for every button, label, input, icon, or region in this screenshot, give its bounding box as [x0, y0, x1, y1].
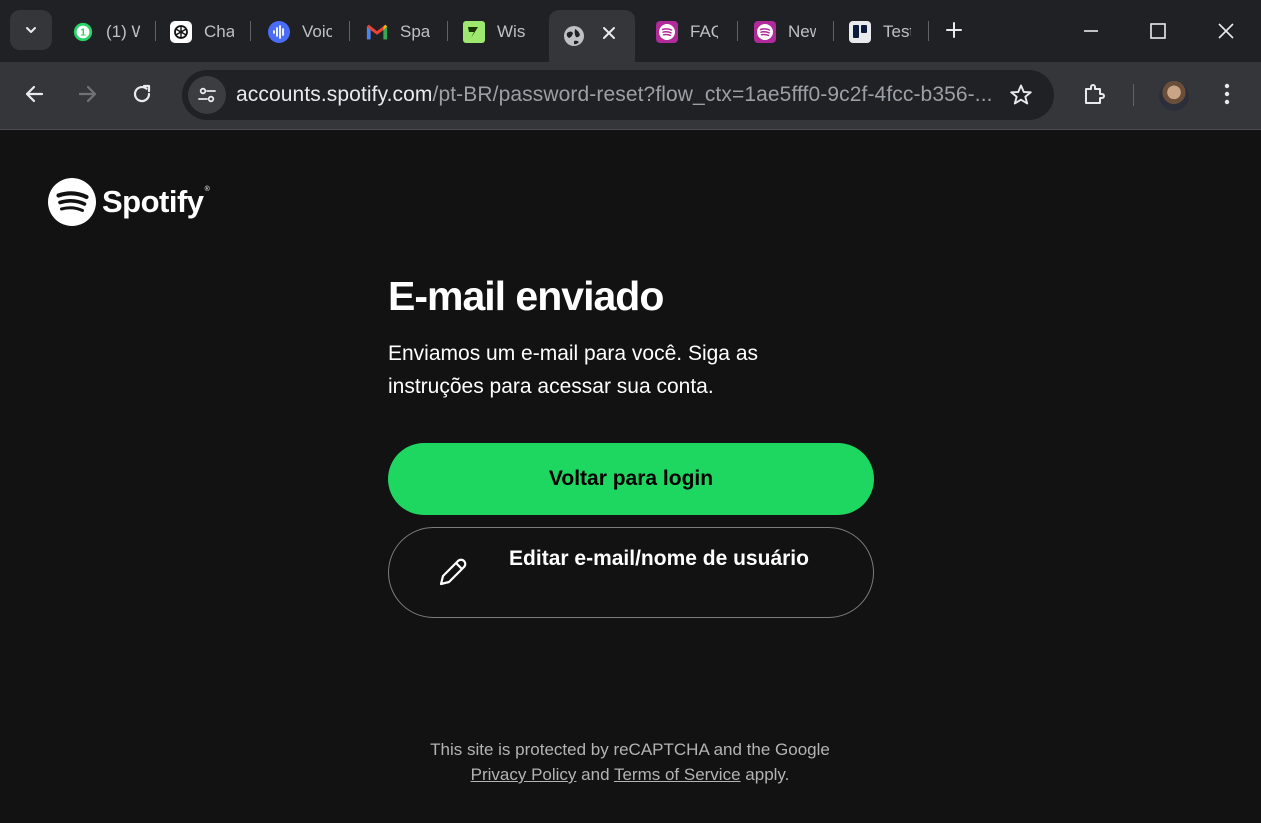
maximize-button[interactable] — [1135, 8, 1181, 54]
gmail-icon — [366, 21, 388, 43]
tab-strip: 1 (1) WhatsApp ChatGPT Voice Spam — [0, 0, 1261, 62]
spotify-icon — [656, 21, 678, 43]
more-vertical-icon — [1224, 83, 1230, 105]
spotify-icon — [48, 178, 96, 226]
back-to-login-button[interactable]: Voltar para login — [388, 443, 874, 515]
browser-window: 1 (1) WhatsApp ChatGPT Voice Spam — [0, 0, 1261, 823]
tab-label: FAQ — [690, 22, 718, 41]
profile-avatar[interactable] — [1159, 81, 1189, 111]
url-text[interactable]: accounts.spotify.com/pt-BR/password-rese… — [236, 83, 996, 107]
wise-icon — [463, 21, 485, 43]
toolbar-divider — [1133, 84, 1134, 106]
recaptcha-text: This site is protected by reCAPTCHA and … — [430, 740, 830, 759]
back-button[interactable] — [14, 74, 54, 114]
extensions-button[interactable] — [1074, 74, 1114, 114]
recaptcha-notice: This site is protected by reCAPTCHA and … — [340, 737, 920, 787]
tab-divider — [928, 21, 929, 41]
minimize-icon — [1084, 30, 1098, 32]
minimize-button[interactable] — [1068, 8, 1114, 54]
close-tab-icon[interactable] — [599, 23, 619, 43]
page-title: E-mail enviado — [388, 273, 664, 319]
tab-divider — [447, 21, 448, 41]
tab-gmail[interactable]: Spam — [352, 10, 446, 54]
terms-of-service-link[interactable]: Terms of Service — [614, 765, 741, 784]
plus-icon — [946, 22, 962, 38]
chevron-down-icon — [26, 27, 36, 33]
reload-icon — [133, 84, 151, 103]
voice-wave-icon — [268, 21, 290, 43]
page-subtitle: Enviamos um e-mail para você. Siga as in… — [388, 342, 758, 398]
button-label: Editar e-mail/nome de usuário — [509, 547, 809, 570]
globe-icon — [563, 25, 585, 47]
tab-whatsapp[interactable]: 1 (1) WhatsApp — [58, 10, 154, 54]
tab-label: Spam — [400, 22, 430, 41]
tab-badge: 1 — [80, 28, 86, 39]
forward-button[interactable] — [68, 74, 108, 114]
close-window-button[interactable] — [1203, 8, 1249, 54]
tab-label: ChatGPT — [204, 22, 234, 41]
privacy-policy-link[interactable]: Privacy Policy — [471, 765, 577, 784]
reload-button[interactable] — [122, 74, 162, 114]
address-bar[interactable]: accounts.spotify.com/pt-BR/password-rese… — [182, 70, 1054, 120]
tab-spotify-new[interactable]: New — [740, 10, 832, 54]
tab-search-button[interactable] — [10, 10, 52, 50]
pencil-icon — [439, 558, 467, 586]
logo-text: Spotify — [102, 184, 204, 219]
tab-divider — [833, 21, 834, 41]
chatgpt-icon — [170, 21, 192, 43]
logo-trademark: ® — [204, 186, 210, 193]
browser-toolbar: accounts.spotify.com/pt-BR/password-rese… — [0, 62, 1261, 130]
tab-active[interactable] — [549, 10, 635, 62]
button-label: Voltar para login — [548, 467, 714, 490]
tune-icon — [198, 87, 216, 103]
bookmark-star-button[interactable] — [1008, 82, 1034, 108]
star-icon — [1010, 84, 1032, 105]
tab-voice[interactable]: Voice — [254, 10, 348, 54]
arrow-left-icon — [25, 85, 44, 103]
url-path: /pt-BR/password-reset?flow_ctx=1ae5fff0-… — [432, 83, 993, 106]
tab-divider — [737, 21, 738, 41]
arrow-right-icon — [78, 85, 97, 103]
edit-email-button[interactable]: Editar e-mail/nome de usuário — [388, 527, 874, 618]
tab-divider — [349, 21, 350, 41]
apply-text: apply. — [745, 765, 790, 784]
page-content: Spotify ® E-mail enviado Enviamos um e-m… — [0, 131, 1261, 823]
and-text: and — [581, 765, 610, 784]
tab-label: Wise — [497, 22, 525, 41]
close-icon — [1218, 23, 1234, 39]
spotify-logo[interactable]: Spotify ® — [48, 178, 210, 226]
tab-wise[interactable]: Wise — [449, 10, 545, 54]
tab-label: New — [788, 22, 816, 41]
tab-chatgpt[interactable]: ChatGPT — [156, 10, 248, 54]
tab-trello[interactable]: Test — [835, 10, 927, 54]
maximize-icon — [1150, 23, 1166, 39]
tab-divider — [250, 21, 251, 41]
trello-icon — [849, 21, 871, 43]
site-info-button[interactable] — [188, 76, 226, 114]
tab-spotify-faq[interactable]: FAQ — [642, 10, 734, 54]
url-host: accounts.spotify.com — [236, 83, 433, 106]
tab-label: Voice — [302, 22, 332, 41]
new-tab-button[interactable] — [938, 14, 970, 46]
tab-label: Test — [883, 22, 911, 41]
tab-label: (1) WhatsApp — [106, 22, 140, 41]
whatsapp-icon: 1 — [72, 21, 94, 43]
spotify-icon — [754, 21, 776, 43]
menu-button[interactable] — [1207, 74, 1247, 114]
puzzle-icon — [1085, 84, 1105, 104]
